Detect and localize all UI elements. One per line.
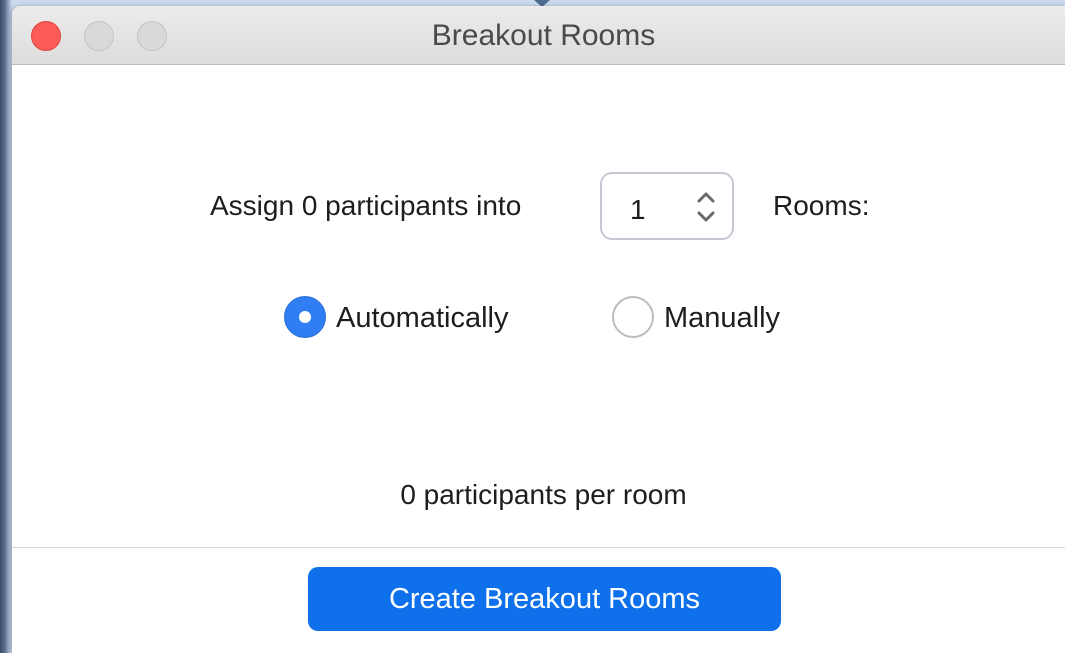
create-breakout-rooms-button[interactable]: Create Breakout Rooms — [308, 567, 781, 631]
assignment-mode-radio-group: Automatically Manually — [12, 294, 1065, 342]
title-bar: Breakout Rooms — [12, 6, 1065, 65]
assign-rooms-row: Assign 0 participants into 1 Rooms: — [12, 172, 1065, 242]
manually-label[interactable]: Manually — [664, 302, 780, 335]
chevron-up-down-icon[interactable] — [694, 188, 718, 226]
desktop-background — [0, 0, 12, 653]
manually-radio-button[interactable] — [612, 296, 654, 338]
footer-divider — [12, 547, 1065, 548]
rooms-count-value[interactable]: 1 — [630, 194, 646, 226]
participants-per-room-text: 0 participants per room — [400, 479, 687, 510]
rooms-count-stepper[interactable]: 1 — [600, 172, 734, 240]
assign-participants-label: Assign 0 participants into — [210, 190, 522, 221]
rooms-label: Rooms: — [773, 190, 870, 221]
breakout-rooms-window: Breakout Rooms Assign 0 participants int… — [12, 6, 1065, 653]
automatically-radio-button[interactable] — [284, 296, 326, 338]
window-title: Breakout Rooms — [431, 19, 656, 52]
automatically-label[interactable]: Automatically — [336, 302, 508, 335]
